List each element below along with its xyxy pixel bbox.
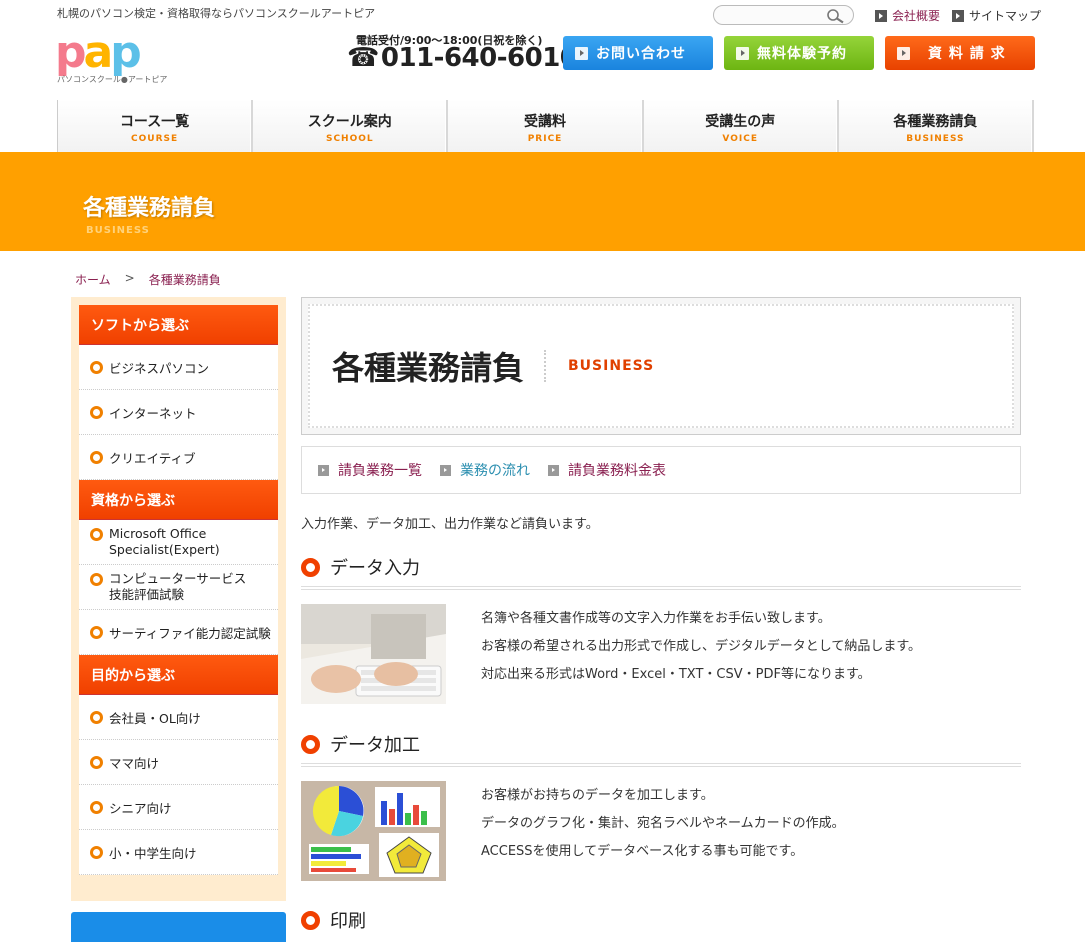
page-title: 各種業務請負 <box>332 349 525 387</box>
text-line: ACCESSを使用してデータベース化する事も可能です。 <box>481 844 804 859</box>
sidebar-item-mos[interactable]: Microsoft Office Specialist(Expert) <box>79 520 278 565</box>
title-divider <box>544 350 548 382</box>
nav-voice[interactable]: 受講生の声 VOICE <box>643 100 839 152</box>
text-line: データのグラフ化・集計、宛名ラベルやネームカードの作成。 <box>481 816 845 831</box>
breadcrumb-home[interactable]: ホーム <box>75 271 111 288</box>
banner-title: 各種業務請負 <box>83 196 216 221</box>
page-title-box: 各種業務請負 BUSINESS <box>301 297 1021 435</box>
nav-business[interactable]: 各種業務請負 BUSINESS <box>838 100 1035 152</box>
phone-icon: ☎ <box>347 43 379 73</box>
site-logo[interactable]: pap パソコンスクール●アートピア <box>55 30 170 86</box>
arrow-icon <box>318 464 329 476</box>
subnav-price-table[interactable]: 請負業務料金表 <box>548 460 666 480</box>
site-tagline: 札幌のパソコン検定・資格取得ならパソコンスクールアートピア <box>57 7 376 20</box>
bullet-icon <box>90 405 103 419</box>
company-link[interactable]: 会社概要 <box>875 7 940 24</box>
phone-number: ☎ 011-640-6010 <box>347 43 578 73</box>
breadcrumb: ホーム > 各種業務請負 <box>75 271 221 288</box>
sitemap-link[interactable]: サイトマップ <box>952 7 1041 24</box>
arrow-icon <box>897 46 910 60</box>
sidebar-item-certify[interactable]: サーティファイ能力認定試験 <box>79 610 278 655</box>
circle-bullet-icon <box>301 734 320 754</box>
arrow-icon <box>736 46 749 60</box>
breadcrumb-separator: > <box>124 271 135 285</box>
section-heading-printing: 印刷 <box>301 907 1021 939</box>
bullet-icon <box>90 845 103 859</box>
sidebar-heading-certification: 資格から選ぶ <box>79 480 278 520</box>
nav-price[interactable]: 受講料 PRICE <box>448 100 644 152</box>
arrow-icon <box>875 9 887 22</box>
sidebar-banner-button[interactable] <box>71 912 286 942</box>
main-content: 各種業務請負 BUSINESS 請負業務一覧 業務の流れ 請負業務料金表 入力作… <box>301 297 1021 939</box>
nav-course[interactable]: コース一覧 COURSE <box>58 100 254 152</box>
request-docs-button[interactable]: 資 料 請 求 <box>885 36 1035 70</box>
header: 札幌のパソコン検定・資格取得ならパソコンスクールアートピア pap パソコンスク… <box>0 0 1085 100</box>
bullet-icon <box>90 800 103 814</box>
arrow-icon <box>575 46 588 60</box>
section-heading-data-processing: データ加工 <box>301 731 1021 767</box>
sidebar-heading-software: ソフトから選ぶ <box>79 305 278 345</box>
sidebar-item-internet[interactable]: インターネット <box>79 390 278 435</box>
bullet-icon <box>90 450 103 464</box>
nav-school[interactable]: スクール案内 SCHOOL <box>253 100 449 152</box>
bullet-icon <box>90 573 103 586</box>
text-line: 対応出来る形式はWord・Excel・TXT・CSV・PDF等になります。 <box>481 667 871 682</box>
bullet-icon <box>90 360 103 374</box>
text-line: 名簿や各種文書作成等の文字入力作業をお手伝い致します。 <box>481 611 831 626</box>
section-data-processing: お客様がお持ちのデータを加工します。 データのグラフ化・集計、宛名ラベルやネーム… <box>301 781 1021 881</box>
sidebar-heading-purpose: 目的から選ぶ <box>79 655 278 695</box>
sidebar-item-office-worker[interactable]: 会社員・OL向け <box>79 695 278 740</box>
sidebar-item-computer-service[interactable]: コンピューターサービス 技能評価試験 <box>79 565 278 610</box>
bullet-icon <box>90 710 103 724</box>
subnav-service-list[interactable]: 請負業務一覧 <box>318 460 422 480</box>
sidebar: ソフトから選ぶ ビジネスパソコン インターネット クリエイティブ 資格から選ぶ … <box>71 297 286 901</box>
sidebar-item-mothers[interactable]: ママ向け <box>79 740 278 785</box>
breadcrumb-current: 各種業務請負 <box>148 273 221 287</box>
logo-subtitle: パソコンスクール●アートピア <box>57 75 168 84</box>
sidebar-item-creative[interactable]: クリエイティブ <box>79 435 278 480</box>
sidebar-item-business-pc[interactable]: ビジネスパソコン <box>79 345 278 390</box>
section-heading-data-entry: データ入力 <box>301 554 1021 590</box>
page-title-en: BUSINESS <box>568 358 655 374</box>
free-trial-button[interactable]: 無料体験予約 <box>724 36 874 70</box>
keyboard-typing-image <box>301 604 446 704</box>
sub-nav: 請負業務一覧 業務の流れ 請負業務料金表 <box>301 446 1021 494</box>
bullet-icon <box>90 755 103 769</box>
arrow-icon <box>952 9 964 22</box>
section-data-entry: 名簿や各種文書作成等の文字入力作業をお手伝い致します。 お客様の希望される出力形… <box>301 604 1021 704</box>
arrow-icon <box>440 464 451 476</box>
search-icon[interactable] <box>825 8 847 24</box>
intro-text: 入力作業、データ加工、出力作業など請負います。 <box>301 517 599 532</box>
text-line: お客様がお持ちのデータを加工します。 <box>481 788 714 803</box>
arrow-icon <box>548 464 559 476</box>
bullet-icon <box>90 625 103 639</box>
search-input[interactable] <box>713 5 854 25</box>
subnav-workflow[interactable]: 業務の流れ <box>440 460 530 480</box>
banner-subtitle: BUSINESS <box>86 225 150 236</box>
sidebar-item-seniors[interactable]: シニア向け <box>79 785 278 830</box>
global-nav: コース一覧 COURSE スクール案内 SCHOOL 受講料 PRICE 受講生… <box>57 100 1035 152</box>
charts-image <box>301 781 446 881</box>
sidebar-item-students[interactable]: 小・中学生向け <box>79 830 278 875</box>
bullet-icon <box>90 528 103 541</box>
contact-button[interactable]: お問い合わせ <box>563 36 713 70</box>
text-line: お客様の希望される出力形式で作成し、デジタルデータとして納品します。 <box>481 639 922 654</box>
circle-bullet-icon <box>301 910 320 930</box>
circle-bullet-icon <box>301 557 320 577</box>
